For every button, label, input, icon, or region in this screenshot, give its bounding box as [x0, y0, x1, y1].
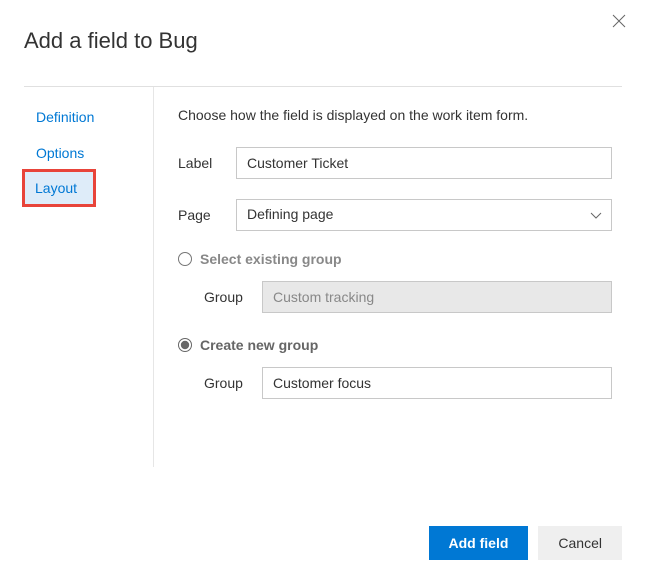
page-field-label: Page: [178, 207, 236, 223]
page-row: Page Defining page: [178, 199, 612, 231]
label-field-label: Label: [178, 155, 236, 171]
new-group-radio-row[interactable]: Create new group: [178, 337, 612, 353]
existing-group-input: [262, 281, 612, 313]
page-select[interactable]: Defining page: [236, 199, 612, 231]
label-input[interactable]: [236, 147, 612, 179]
main-panel: Choose how the field is displayed on the…: [154, 87, 622, 467]
sidebar: Definition Options Layout: [24, 87, 154, 467]
new-group-input[interactable]: [262, 367, 612, 399]
existing-group-radio[interactable]: [178, 252, 192, 266]
footer: Add field Cancel: [429, 526, 622, 560]
new-group-radio-label: Create new group: [200, 337, 318, 353]
new-group-label: Group: [204, 375, 262, 391]
existing-group-label: Group: [204, 289, 262, 305]
intro-text: Choose how the field is displayed on the…: [178, 107, 612, 123]
content-area: Definition Options Layout Choose how the…: [24, 87, 622, 467]
sidebar-item-options[interactable]: Options: [24, 135, 153, 171]
new-group-radio[interactable]: [178, 338, 192, 352]
existing-group-section: Select existing group Group: [178, 251, 612, 313]
sidebar-item-layout[interactable]: Layout: [25, 172, 93, 204]
new-group-row: Group: [178, 367, 612, 399]
existing-group-radio-label: Select existing group: [200, 251, 342, 267]
page-select-wrapper[interactable]: Defining page: [236, 199, 612, 231]
add-field-button[interactable]: Add field: [429, 526, 529, 560]
highlight-box: Layout: [22, 169, 96, 207]
close-icon[interactable]: [612, 14, 626, 31]
existing-group-radio-row[interactable]: Select existing group: [178, 251, 612, 267]
new-group-section: Create new group Group: [178, 337, 612, 399]
sidebar-item-definition[interactable]: Definition: [24, 99, 153, 135]
cancel-button[interactable]: Cancel: [538, 526, 622, 560]
dialog-title: Add a field to Bug: [24, 28, 622, 54]
label-row: Label: [178, 147, 612, 179]
existing-group-row: Group: [178, 281, 612, 313]
